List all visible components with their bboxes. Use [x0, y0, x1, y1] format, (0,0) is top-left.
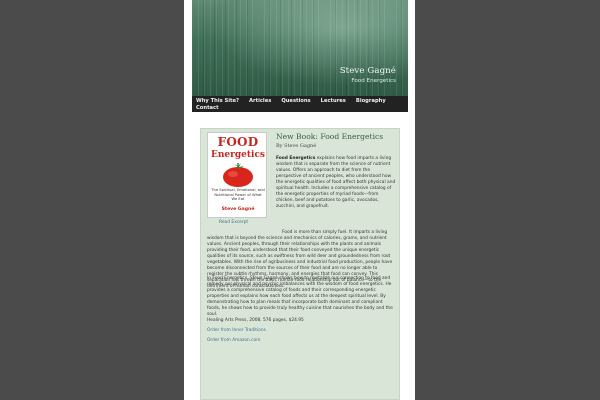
main-nav: Why This Site? Articles Questions Lectur… [192, 96, 408, 112]
nav-why-this-site[interactable]: Why This Site? [196, 98, 239, 104]
order-inner-traditions-link[interactable]: Order from Inner Traditions [207, 328, 266, 333]
book-byline: By Steve Gagné [276, 143, 317, 149]
nav-questions[interactable]: Questions [281, 98, 310, 104]
nav-contact[interactable]: Contact [196, 105, 219, 111]
site-header: Steve Gagné Food Energetics [192, 0, 408, 96]
book-heading: New Book: Food Energetics [276, 132, 384, 141]
intro-paragraph: Food Energetics explains how food impart… [276, 156, 396, 210]
book-panel: FOOD Energetics The Spiritual, Emotional… [200, 128, 400, 400]
book-cover-image[interactable]: FOOD Energetics The Spiritual, Emotional… [207, 132, 267, 218]
nav-articles[interactable]: Articles [249, 98, 271, 104]
page-column: Steve Gagné Food Energetics Why This Sit… [184, 0, 415, 400]
tomato-illustration [223, 163, 253, 187]
publication-info: Healing Arts Press, 2008, 576 pages, $24… [207, 318, 304, 323]
nav-biography[interactable]: Biography [356, 98, 386, 104]
order-amazon-link[interactable]: Order from Amazon.com [207, 338, 260, 343]
read-excerpt-link[interactable]: Read Excerpt [219, 220, 248, 225]
nav-lectures[interactable]: Lectures [321, 98, 346, 104]
cover-title-food: FOOD [217, 135, 259, 149]
cover-title-energetics: Energetics [210, 150, 265, 160]
intro-bold-title: Food Energetics [276, 156, 316, 161]
cover-author: Steve Gagné [221, 207, 255, 212]
cover-subtitle: The Spiritual, Emotional, and Nutritiona… [211, 188, 265, 202]
site-title[interactable]: Steve Gagné [340, 66, 396, 76]
intro-text: explains how food imparts a living wisdo… [276, 156, 396, 209]
page-inner: Steve Gagné Food Energetics Why This Sit… [192, 0, 408, 400]
site-tagline: Food Energetics [351, 78, 396, 84]
summary-paragraph: In Food Energetics, Steve Gagné shows ho… [207, 276, 393, 317]
